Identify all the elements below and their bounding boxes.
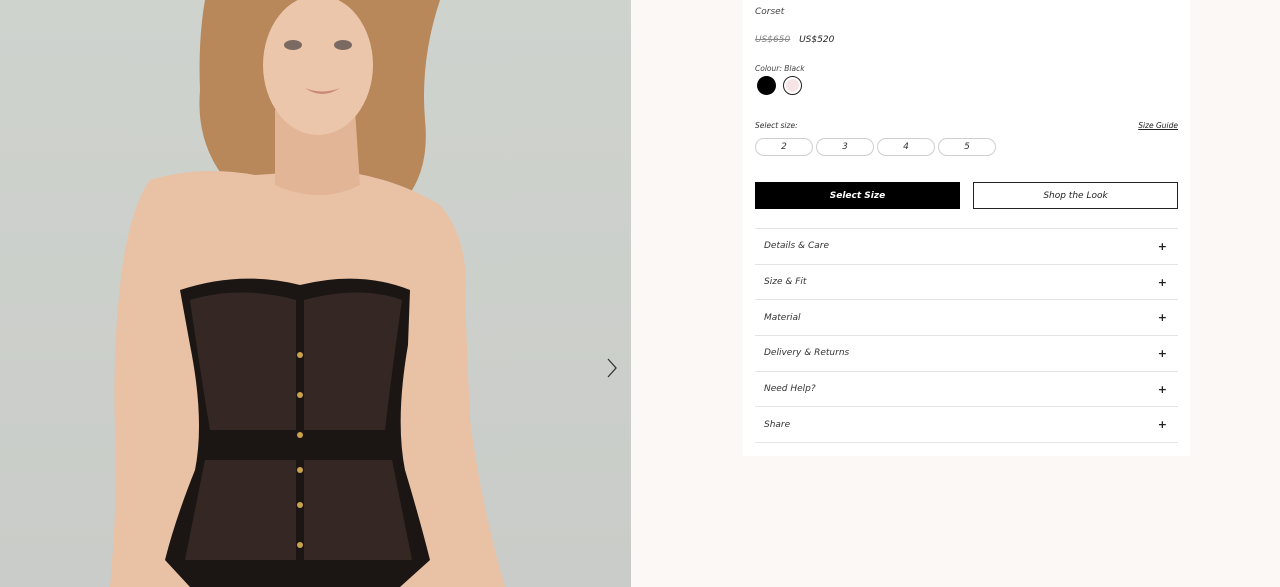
swatch-blush[interactable] — [783, 76, 802, 95]
colour-label: Colour: Black — [755, 64, 805, 73]
accordion-label: Material — [764, 312, 801, 323]
accordion-material[interactable]: Material + — [755, 300, 1178, 337]
swatch-black[interactable] — [757, 76, 776, 95]
plus-icon: + — [1157, 311, 1167, 325]
selected-colour: Black — [784, 64, 805, 73]
gallery-next-button[interactable] — [600, 355, 624, 381]
accordion-label: Size & Fit — [764, 277, 807, 288]
plus-icon: + — [1157, 346, 1167, 360]
accordion-details-care[interactable]: Details & Care + — [755, 229, 1178, 265]
sale-price: US$520 — [799, 35, 835, 45]
accordion-label: Delivery & Returns — [764, 348, 850, 359]
accordion-share[interactable]: Share + — [755, 407, 1178, 444]
original-price: US$650 — [755, 35, 791, 45]
chevron-right-icon — [607, 358, 617, 378]
accordion-need-help[interactable]: Need Help? + — [755, 372, 1178, 408]
size-option-5[interactable]: 5 — [938, 138, 996, 156]
product-details-panel: Corset US$650 US$520 Colour: Black Selec… — [743, 0, 1190, 456]
accordion-delivery-returns[interactable]: Delivery & Returns + — [755, 336, 1178, 372]
colour-swatches — [757, 76, 802, 95]
colour-label-text: Colour: — [755, 64, 782, 73]
price-block: US$650 US$520 — [755, 35, 834, 45]
size-options: 2 3 4 5 — [755, 138, 996, 156]
size-option-3[interactable]: 3 — [816, 138, 874, 156]
accordion-label: Share — [764, 419, 791, 430]
accordion-label: Details & Care — [764, 241, 829, 252]
plus-icon: + — [1157, 418, 1167, 432]
size-guide-link[interactable]: Size Guide — [1138, 121, 1178, 130]
size-option-2[interactable]: 2 — [755, 138, 813, 156]
size-option-4[interactable]: 4 — [877, 138, 935, 156]
accordion-label: Need Help? — [764, 384, 816, 395]
select-size-button[interactable]: Select Size — [755, 182, 960, 209]
shop-the-look-button[interactable]: Shop the Look — [973, 182, 1178, 209]
plus-icon: + — [1157, 275, 1167, 289]
plus-icon: + — [1157, 239, 1167, 253]
product-image-gallery — [0, 0, 631, 587]
product-photo — [110, 0, 505, 587]
plus-icon: + — [1157, 382, 1167, 396]
product-subtitle: Corset — [755, 7, 785, 17]
size-label: Select size: — [755, 121, 798, 130]
accordion-size-fit[interactable]: Size & Fit + — [755, 265, 1178, 301]
product-info-accordion: Details & Care + Size & Fit + Material +… — [755, 228, 1178, 444]
